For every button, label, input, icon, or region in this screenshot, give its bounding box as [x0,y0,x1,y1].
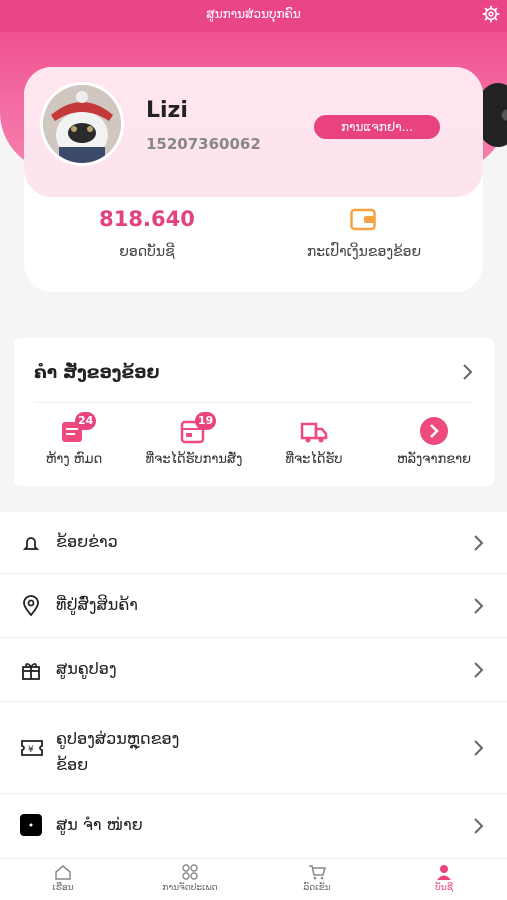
arrow-circle-icon [419,416,449,446]
distribution-button[interactable]: ການແຈກຢາ... [314,115,440,139]
tab-label: ເຮືອນ [52,883,74,893]
chevron-right-icon [474,535,484,551]
balance-value[interactable]: 818.640 [82,207,212,231]
page-title: ສູນການສ່ວນບຸກຄົນ [206,7,301,21]
app-icon [20,814,42,836]
order-all[interactable]: 24 ຫ້າງ ຫົມດ [14,412,134,467]
menu-item-notifications[interactable]: ຂ້ອຍຂ່າວ [0,512,507,574]
truck-icon [299,416,329,446]
tab-account[interactable]: ບັນຊີ [399,863,489,893]
my-orders-title[interactable]: ຄໍາ ສັ່ງຂອງຂ້ອຍ [34,363,159,383]
order-pending-label: ທີ່ຈະໄດ້ຮັບການສັ່ງ [145,452,243,467]
menu-item-coupon-center[interactable]: ສູນຄູປອງ [0,638,507,702]
wallet-label[interactable]: ກະເປົາເງິນຂອງຂ້ອຍ [286,244,442,260]
chevron-right-icon [474,662,484,678]
menu-item-my-coupons[interactable]: ¥ ຄູປອງສ່ວນຫຼຸດຂອງ ຂ້ອຍ [0,702,507,794]
settings-menu: ຂ້ອຍຂ່າວ ທີ່ຢູ່ສົ່ງສິນຄ້າ ສູນຄູປອງ ¥ ຄູປ… [0,512,507,858]
menu-item-label: ສູນ ຈໍາ ໜ່າຍ [56,815,143,834]
top-bar: ສູນການສ່ວນບຸກຄົນ [0,0,507,32]
bell-icon [22,537,40,550]
menu-item-label: ຂ້ອຍຂ່າວ [56,532,118,551]
order-count-badge: 19 [195,412,217,430]
my-orders-card: ຄໍາ ສັ່ງຂອງຂ້ອຍ 24 ຫ້າງ ຫົມດ 19 ທີ່ຈະໄດ້… [14,338,494,486]
home-icon [55,865,71,880]
chevron-right-icon [474,818,484,834]
bottom-tab-bar: ເຮືອນ ການຈັດປະເພດ ລົດເຂັນ ບັນຊີ [0,858,507,900]
tab-categories[interactable]: ການຈັດປະເພດ [145,863,235,893]
tab-label: ບັນຊີ [435,883,453,893]
cart-icon [309,865,326,880]
location-pin-icon [23,595,39,617]
menu-item-label: ທີ່ຢູ່ສົ່ງສິນຄ້າ [56,595,138,614]
order-after-sale[interactable]: ຫລັງຈາກຂາຍ [374,416,494,467]
order-list-icon: 24 [59,412,97,446]
coupon-icon: ¥ [21,740,43,756]
wallet-icon[interactable] [350,207,376,231]
menu-item-distribution-center[interactable]: ສູນ ຈໍາ ໜ່າຍ [0,794,507,858]
order-count-badge: 24 [75,412,97,430]
avatar[interactable] [40,82,124,166]
profile-card: Lizi 15207360062 ການແຈກຢາ... 818.640 ຍອດ… [24,67,483,292]
menu-item-shipping-address[interactable]: ທີ່ຢູ່ສົ່ງສິນຄ້າ [0,574,507,638]
order-pending[interactable]: 19 ທີ່ຈະໄດ້ຮັບການສັ່ງ [134,412,254,467]
menu-item-label: ສູນຄູປອງ [56,659,117,678]
tab-label: ລົດເຂັນ [303,883,331,893]
divider [34,402,474,403]
order-after-sale-label: ຫລັງຈາກຂາຍ [396,452,472,467]
order-all-label: ຫ້າງ ຫົມດ [45,452,103,467]
tab-home[interactable]: ເຮືອນ [18,863,108,893]
pending-order-icon: 19 [179,412,217,446]
tab-label: ການຈັດປະເພດ [162,883,218,893]
username: Lizi [146,98,188,123]
chevron-right-icon [474,740,484,756]
order-to-receive-label: ທີ່ຈະໄດ້ຮັບ [285,452,343,467]
gift-icon [22,663,40,680]
chevron-right-icon[interactable] [462,362,474,382]
svg-text:¥: ¥ [28,745,34,755]
order-to-receive[interactable]: ທີ່ຈະໄດ້ຮັບ [254,416,374,467]
grid-icon [182,864,198,880]
menu-item-label: ຄູປອງສ່ວນຫຼຸດຂອງ ຂ້ອຍ [56,729,180,774]
cat-avatar-image [43,85,121,163]
chevron-right-icon [474,598,484,614]
phone-number: 15207360062 [146,135,261,153]
gear-icon[interactable] [482,5,500,23]
tab-cart[interactable]: ລົດເຂັນ [272,863,362,893]
user-icon [437,865,451,880]
balance-label: ຍອດບັນຊີ [119,244,175,260]
